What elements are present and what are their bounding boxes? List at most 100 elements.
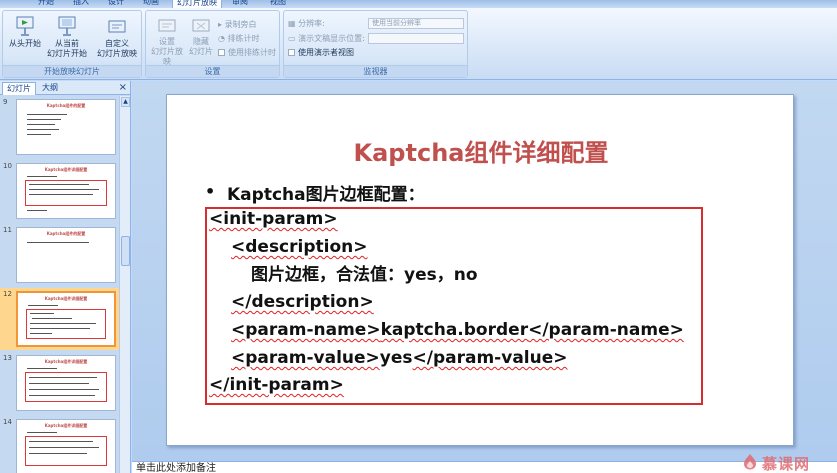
thumbnail-preview: Kaptcha组件详细配置 (16, 355, 116, 411)
tab-review[interactable]: 审阅 (232, 0, 248, 8)
slide-thumbnail[interactable]: 10 Kaptcha组件详细配置 (0, 160, 120, 222)
resolution-label: ▦ 分辨率: (288, 19, 325, 29)
presenter-view-label: 使用演示者视图 (298, 48, 354, 57)
scrollbar-thumb[interactable] (121, 236, 130, 266)
tab-slides[interactable]: 幻灯片 (2, 82, 36, 95)
code-line-description-close: </description> (231, 292, 374, 312)
monitors-group: ▦ 分辨率: 使用当前分辨率 ▭ 演示文稿显示位置: 使用演示者视图 监视器 (283, 10, 468, 78)
setup-show-icon (158, 19, 176, 32)
use-timings-checkbox-box (218, 49, 225, 56)
slide-number: 13 (3, 354, 12, 362)
from-current-label-2: 幻灯片开始 (47, 49, 87, 58)
param-value-close-tag: </param-value> (412, 348, 568, 368)
hide-slide-button[interactable]: 隐藏 幻灯片 (186, 19, 216, 57)
presenter-view-checkbox[interactable]: 使用演示者视图 (288, 48, 354, 58)
slide-number: 11 (3, 226, 12, 234)
from-beginning-label: 从头开始 (9, 39, 41, 48)
custom-show-label-2: 幻灯片放映 (97, 49, 137, 58)
code-line-description-open: <description> (231, 237, 368, 257)
slideshow-start-icon (16, 16, 34, 36)
hide-slide-label-1: 隐藏 (193, 37, 209, 46)
slide-thumbnail-selected[interactable]: 12 Kaptcha组件详细配置 (0, 288, 120, 350)
start-group-label: 开始放映幻灯片 (3, 65, 141, 77)
slide-thumbnail[interactable]: 13 Kaptcha组件详细配置 (0, 352, 120, 414)
rehearse-timings-button[interactable]: ◔ 排练计时 (218, 34, 260, 44)
tab-view[interactable]: 视图 (270, 0, 286, 8)
tab-design[interactable]: 设计 (108, 0, 124, 8)
record-narration-label: 录制旁白 (224, 20, 257, 29)
microphone-icon: ▸ (218, 20, 223, 29)
tab-outline[interactable]: 大纲 (38, 82, 62, 95)
slide-thumbnail[interactable]: 14 Kaptcha组件详细配置 (0, 416, 120, 473)
close-icon[interactable]: × (119, 82, 127, 94)
code-line-init-param-open: <init-param> (209, 209, 338, 229)
mooc-logo-icon (744, 454, 756, 470)
slide-number: 12 (3, 290, 12, 298)
show-on-select[interactable] (368, 33, 464, 44)
thumbnail-title: Kaptcha组件详细配置 (44, 423, 88, 428)
thumbnail-title: Kaptcha组件详细配置 (44, 167, 88, 172)
slide-editing-area: Kaptcha组件详细配置 • Kaptcha图片边框配置： <init-par… (132, 81, 837, 473)
tab-home[interactable]: 开始 (38, 0, 54, 8)
tab-insert[interactable]: 插入 (73, 0, 89, 8)
thumbnail-preview: Kaptcha组件的配置 (16, 99, 116, 155)
notes-placeholder[interactable]: 单击此处添加备注 (136, 464, 216, 473)
custom-show-label-1: 自定义 (105, 39, 129, 48)
hide-slide-label-2: 幻灯片 (189, 47, 213, 56)
param-name-close-tag: </param-name> (528, 320, 684, 340)
show-on-label: ▭ 演示文稿显示位置: (288, 34, 365, 44)
monitor-icon: ▭ (288, 34, 296, 43)
custom-show-icon (108, 20, 126, 33)
record-narration-button[interactable]: ▸ 录制旁白 (218, 20, 257, 30)
thumbnail-title: Kaptcha组件详细配置 (44, 359, 88, 364)
thumbnail-title: Kaptcha组件的配置 (46, 231, 86, 236)
slide-thumbnail-list: 9 Kaptcha组件的配置 10 Kaptcha组件详细配置 11 Kaptc… (0, 96, 120, 473)
setup-show-label-1: 设置 (159, 37, 175, 46)
slide-title[interactable]: Kaptcha组件详细配置 (167, 133, 795, 168)
presenter-view-checkbox-box (288, 49, 295, 56)
show-on-label-text: 演示文稿显示位置: (298, 34, 365, 43)
custom-slide-show-button[interactable]: 自定义 幻灯片放映 (95, 19, 139, 59)
setup-group-label: 设置 (146, 65, 279, 77)
use-timings-checkbox[interactable]: 使用排练计时 (218, 48, 276, 58)
bullet-text[interactable]: Kaptcha图片边框配置： (227, 180, 425, 205)
setup-show-label-2: 幻灯片放映 (151, 47, 183, 66)
hide-slide-icon (192, 19, 210, 32)
slides-pane: 幻灯片 大纲 × 9 Kaptcha组件的配置 10 Kaptcha组件详细配置 (0, 81, 131, 473)
slide-number: 10 (3, 162, 12, 170)
notes-pane[interactable]: 单击此处添加备注 (132, 461, 837, 473)
param-name-open-tag: <param-name> (231, 320, 381, 340)
ribbon: 从头开始 从当前 幻灯片开始 自定义 幻灯片放映 开始放映幻灯片 设置 幻灯片放… (0, 8, 837, 80)
pane-tabs: 幻灯片 大纲 × (0, 81, 130, 95)
clock-icon: ◔ (218, 34, 225, 43)
watermark-text: 慕课网 (762, 455, 811, 473)
param-value-value: yes (379, 348, 413, 368)
thumbnail-title: Kaptcha组件的配置 (46, 103, 86, 108)
tab-slide-show[interactable]: 幻灯片放映 (172, 0, 222, 8)
thumbnail-preview: Kaptcha组件详细配置 (16, 291, 116, 347)
setup-show-button[interactable]: 设置 幻灯片放映 (148, 19, 186, 67)
code-line-param-value: <param-value>yes</param-value> (231, 348, 568, 368)
from-current-label-1: 从当前 (55, 39, 79, 48)
tab-animations[interactable]: 动画 (143, 0, 159, 8)
monitors-group-label: 监视器 (284, 65, 467, 77)
slideshow-current-icon (58, 16, 76, 36)
param-value-open-tag: <param-value> (231, 348, 380, 368)
bullet-marker: • (205, 182, 216, 201)
slide-number: 14 (3, 418, 12, 426)
code-line-param-name: <param-name>kaptcha.border</param-name> (231, 320, 684, 340)
from-current-slide-button[interactable]: 从当前 幻灯片开始 (47, 15, 87, 59)
resolution-select[interactable]: 使用当前分辨率 (368, 18, 464, 29)
from-beginning-button[interactable]: 从头开始 (7, 15, 43, 49)
use-timings-label: 使用排练计时 (228, 48, 276, 57)
slide-thumbnail[interactable]: 9 Kaptcha组件的配置 (0, 96, 120, 158)
slide-thumbnail[interactable]: 11 Kaptcha组件的配置 (0, 224, 120, 286)
thumbnail-scrollbar[interactable]: ▲ (119, 96, 130, 473)
scroll-up-icon[interactable]: ▲ (121, 97, 130, 107)
thumbnail-preview: Kaptcha组件详细配置 (16, 163, 116, 219)
thumbnail-preview: Kaptcha组件的配置 (16, 227, 116, 283)
setup-group: 设置 幻灯片放映 隐藏 幻灯片 ▸ 录制旁白 ◔ 排练计时 使用排练计时 设置 (145, 10, 280, 78)
ribbon-tab-bar: 开始 插入 设计 动画 幻灯片放映 审阅 视图 (0, 0, 837, 8)
current-slide[interactable]: Kaptcha组件详细配置 • Kaptcha图片边框配置： <init-par… (166, 94, 794, 446)
code-text-box[interactable]: <init-param> <description> 图片边框，合法值：yes，… (205, 207, 703, 405)
